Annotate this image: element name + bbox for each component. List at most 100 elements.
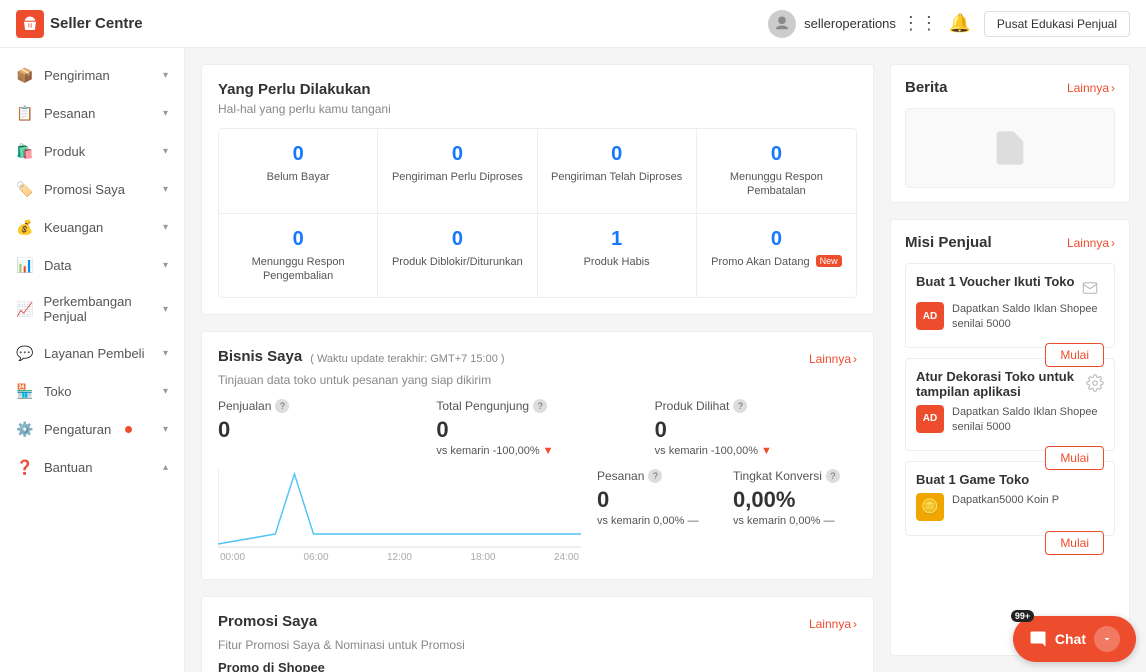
berita-title: Berita — [905, 79, 948, 96]
misi-item-game: Buat 1 Game Toko 🪙 Dapatkan5000 Koin P M… — [905, 461, 1115, 536]
bisnis-lainnya-link[interactable]: Lainnya › — [809, 352, 857, 366]
new-badge: New — [816, 255, 842, 267]
chat-expand-icon[interactable] — [1094, 626, 1120, 652]
todo-label-respon-pengembalian: Menunggu Respon Pengembalian — [227, 255, 369, 284]
misi-item-title-1: Atur Dekorasi Toko untuk tampilan aplika… — [916, 369, 1086, 399]
chart-labels: 00:00 06:00 12:00 18:00 24:00 — [218, 552, 581, 563]
sidebar-label-layanan: Layanan Pembeli — [44, 346, 144, 361]
produk-dilihat-value: 0 — [655, 417, 857, 443]
chart-label-2: 12:00 — [387, 552, 412, 563]
pengaturan-icon: ⚙️ — [16, 420, 34, 438]
chevron-down-icon: ▾ — [163, 304, 168, 315]
todo-item-respon-pembatalan[interactable]: 0 Menunggu Respon Pembatalan — [697, 129, 856, 214]
bisnis-bottom-stats: Pesanan ? 0 vs kemarin 0,00% — Tingkat K… — [597, 469, 857, 563]
promosi-lainnya-link[interactable]: Lainnya › — [809, 617, 857, 631]
promo-di-shopee-title: Promo di Shopee — [218, 660, 857, 672]
avatar — [768, 10, 796, 38]
edu-button[interactable]: Pusat Edukasi Penjual — [984, 11, 1130, 37]
pengunjung-stat: Total Pengunjung ? 0 vs kemarin -100,00%… — [436, 399, 638, 457]
promosi-card: Promosi Saya Lainnya › Fitur Promosi Say… — [201, 596, 874, 672]
sidebar-item-perkembangan[interactable]: 📈 Perkembangan Penjual ▾ — [0, 284, 184, 334]
todo-item-belum-bayar[interactable]: 0 Belum Bayar — [219, 129, 378, 214]
sidebar-label-promosi: Promosi Saya — [44, 182, 125, 197]
chevron-up-icon: ▴ — [163, 462, 168, 473]
misi-ad-icon-0: AD — [916, 302, 944, 330]
header-title: Seller Centre — [50, 15, 143, 32]
todo-title: Yang Perlu Dilakukan — [218, 81, 857, 98]
chart-svg — [218, 469, 581, 549]
todo-label-produk-habis: Produk Habis — [546, 255, 688, 269]
bisnis-header: Bisnis Saya ( Waktu update terakhir: GMT… — [218, 348, 857, 369]
produk-dilihat-arrow-icon: ▼ — [761, 445, 772, 457]
produk-dilihat-label: Produk Dilihat — [655, 399, 730, 413]
chevron-down-icon: ▾ — [163, 108, 168, 119]
sidebar-item-produk[interactable]: 🛍️ Produk ▾ — [0, 132, 184, 170]
penjualan-info-icon: ? — [275, 399, 289, 413]
misi-btn-0[interactable]: Mulai — [1045, 343, 1104, 367]
todo-item-pengiriman-telah[interactable]: 0 Pengiriman Telah Diproses — [538, 129, 697, 214]
sidebar-label-pengiriman: Pengiriman — [44, 68, 110, 83]
sidebar-item-promosi[interactable]: 🏷️ Promosi Saya ▾ — [0, 170, 184, 208]
todo-num-pengiriman-perlu: 0 — [386, 143, 528, 166]
misi-card: Misi Penjual Lainnya › Buat 1 Voucher Ik… — [890, 219, 1130, 656]
shopee-logo-icon — [16, 10, 44, 38]
promosi-icon: 🏷️ — [16, 180, 34, 198]
logo: Seller Centre — [16, 10, 143, 38]
header: Seller Centre selleroperations ⋮⋮ 🔔 Pusa… — [0, 0, 1146, 48]
todo-num-produk-habis: 1 — [546, 228, 688, 251]
misi-item-title-0: Buat 1 Voucher Ikuti Toko — [916, 274, 1074, 289]
sidebar-label-data: Data — [44, 258, 71, 273]
sidebar-item-pengiriman[interactable]: 📦 Pengiriman ▾ — [0, 56, 184, 94]
sidebar-label-pengaturan: Pengaturan — [44, 422, 111, 437]
sidebar-item-pengaturan[interactable]: ⚙️ Pengaturan ▾ — [0, 410, 184, 448]
chart-label-3: 18:00 — [470, 552, 495, 563]
todo-item-pengiriman-perlu[interactable]: 0 Pengiriman Perlu Diproses — [378, 129, 537, 214]
notification-icon[interactable]: 🔔 — [944, 8, 976, 40]
produk-icon: 🛍️ — [16, 142, 34, 160]
sidebar-item-layanan[interactable]: 💬 Layanan Pembeli ▾ — [0, 334, 184, 372]
content-area: Yang Perlu Dilakukan Hal-hal yang perlu … — [185, 48, 1146, 672]
chat-badge: 99+ — [1011, 610, 1034, 622]
sidebar-item-data[interactable]: 📊 Data ▾ — [0, 246, 184, 284]
chevron-down-icon: ▾ — [163, 348, 168, 359]
produk-dilihat-info-icon: ? — [733, 399, 747, 413]
promosi-header: Promosi Saya Lainnya › — [218, 613, 857, 634]
todo-item-diblokir[interactable]: 0 Produk Diblokir/Diturunkan — [378, 214, 537, 298]
konversi-change: vs kemarin 0,00% — — [733, 515, 834, 527]
misi-settings-icon — [1086, 369, 1104, 397]
chat-button[interactable]: 99+ Chat — [1013, 616, 1136, 662]
todo-num-respon-pengembalian: 0 — [227, 228, 369, 251]
chevron-down-icon: ▾ — [163, 260, 168, 271]
main-layout: 📦 Pengiriman ▾ 📋 Pesanan ▾ 🛍️ Produk ▾ 🏷… — [0, 48, 1146, 672]
todo-item-respon-pengembalian[interactable]: 0 Menunggu Respon Pengembalian — [219, 214, 378, 298]
todo-label-belum-bayar: Belum Bayar — [227, 170, 369, 184]
sidebar-item-keuangan[interactable]: 💰 Keuangan ▾ — [0, 208, 184, 246]
bisnis-subtitle: Tinjauan data toko untuk pesanan yang si… — [218, 373, 857, 387]
chevron-down-icon: ▾ — [163, 184, 168, 195]
pengunjung-arrow-icon: ▼ — [543, 445, 554, 457]
sidebar-item-pesanan[interactable]: 📋 Pesanan ▾ — [0, 94, 184, 132]
todo-item-promo-datang[interactable]: 0 Promo Akan Datang New — [697, 214, 856, 298]
misi-ad-icon-1: AD — [916, 405, 944, 433]
konversi-label: Tingkat Konversi — [733, 469, 822, 483]
misi-btn-1[interactable]: Mulai — [1045, 446, 1104, 470]
berita-lainnya-link[interactable]: Lainnya › — [1067, 81, 1115, 95]
sidebar-item-bantuan[interactable]: ❓ Bantuan ▴ — [0, 448, 184, 486]
sidebar-item-toko[interactable]: 🏪 Toko ▾ — [0, 372, 184, 410]
misi-btn-2[interactable]: Mulai — [1045, 531, 1104, 555]
right-panel: Berita Lainnya › Misi Penjual Lainnya › — [890, 64, 1130, 656]
misi-lainnya-link[interactable]: Lainnya › — [1067, 236, 1115, 250]
chevron-down-icon: ▾ — [163, 424, 168, 435]
data-icon: 📊 — [16, 256, 34, 274]
grid-icon[interactable]: ⋮⋮ — [904, 8, 936, 40]
penjualan-label: Penjualan — [218, 399, 271, 413]
chart-label-0: 00:00 — [220, 552, 245, 563]
misi-item-dekorasi: Atur Dekorasi Toko untuk tampilan aplika… — [905, 358, 1115, 451]
berita-card: Berita Lainnya › — [890, 64, 1130, 203]
misi-coin-icon: 🪙 — [916, 493, 944, 521]
pesanan-label: Pesanan — [597, 469, 644, 483]
bisnis-chart-area: 00:00 06:00 12:00 18:00 24:00 Pesanan ? — [218, 469, 857, 563]
main-column: Yang Perlu Dilakukan Hal-hal yang perlu … — [201, 64, 874, 656]
todo-item-produk-habis[interactable]: 1 Produk Habis — [538, 214, 697, 298]
chart-label-1: 06:00 — [303, 552, 328, 563]
